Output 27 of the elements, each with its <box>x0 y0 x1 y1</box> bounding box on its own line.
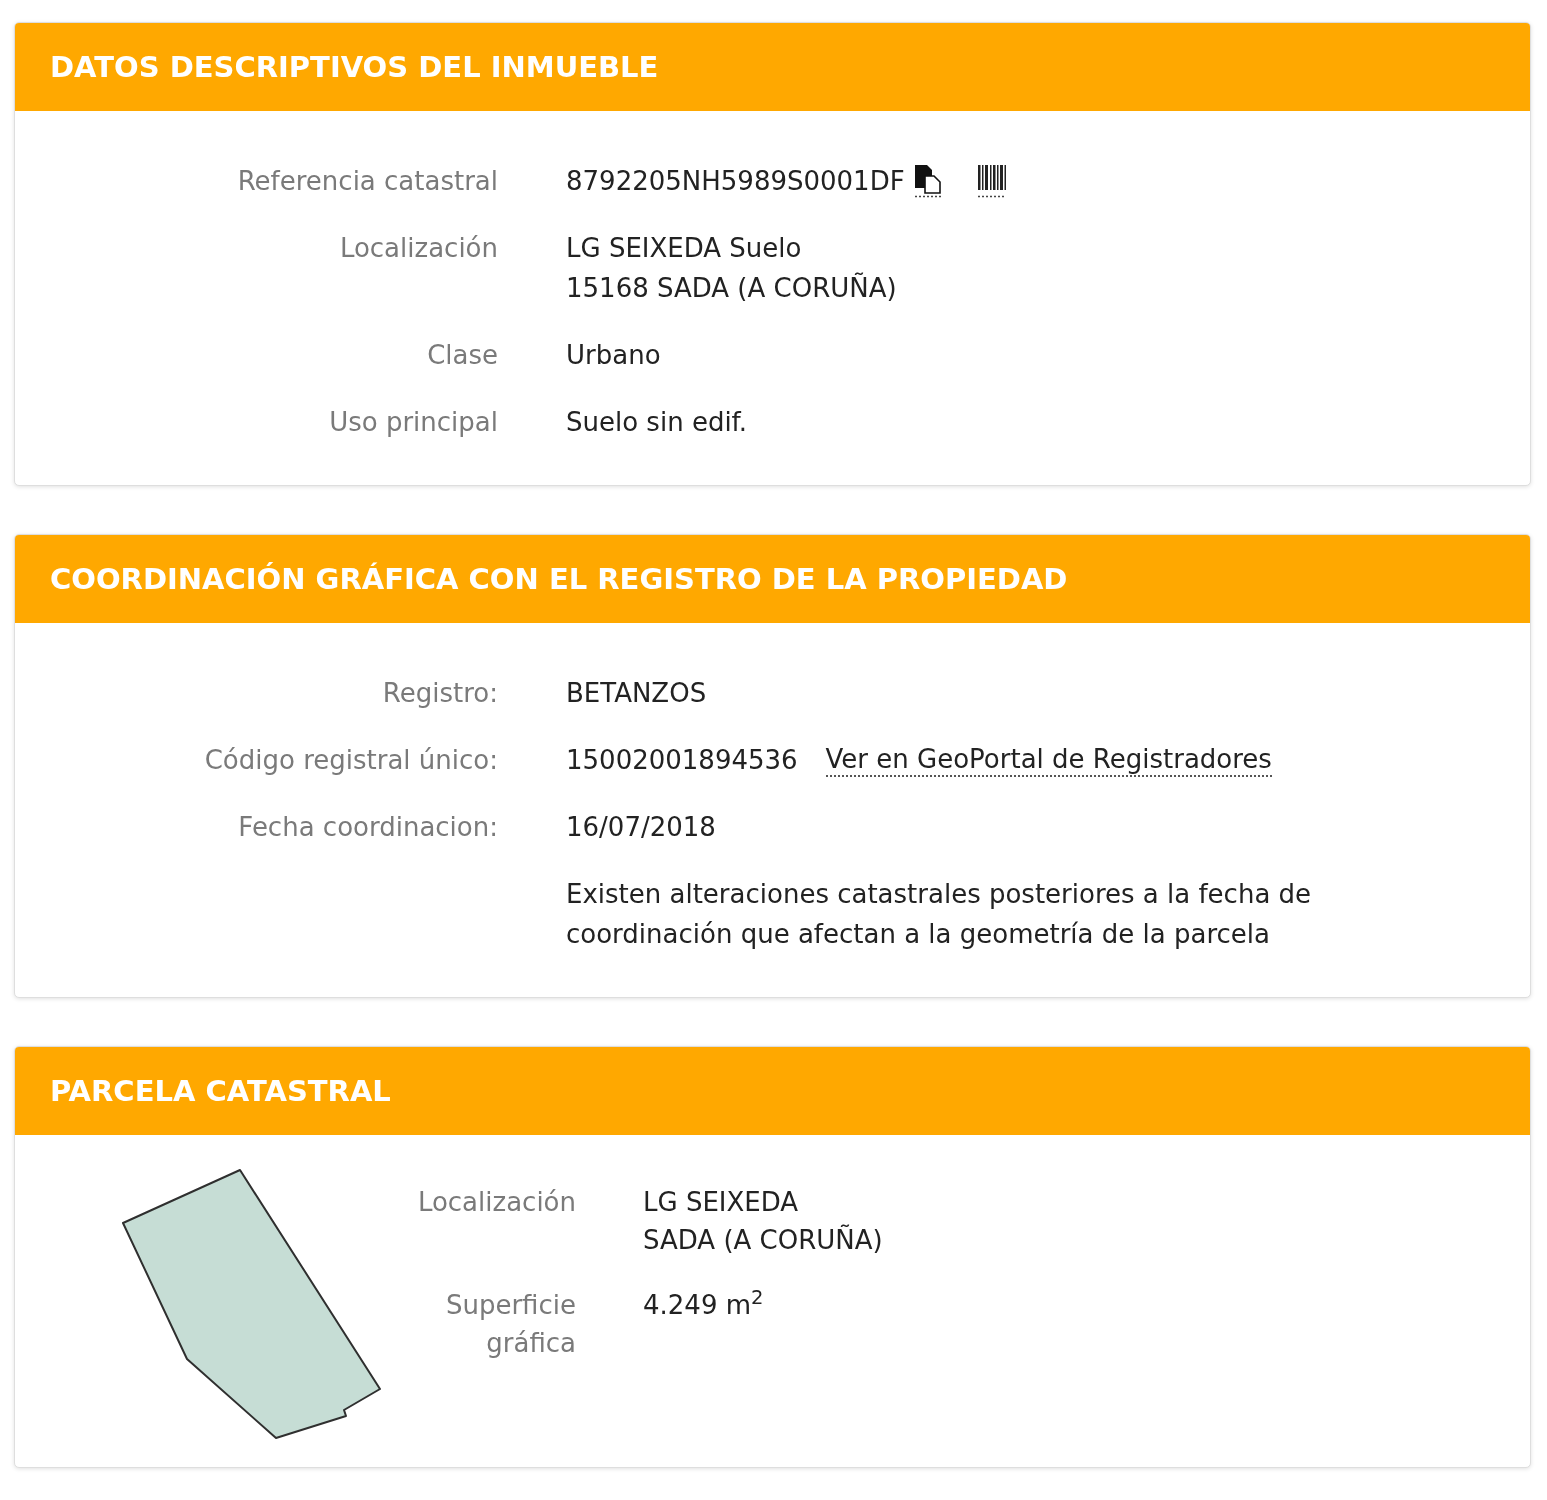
field-value: LG SEIXEDA <box>643 1186 799 1219</box>
field-label: Referencia catastral <box>237 166 498 196</box>
field-value: Urbano <box>566 339 661 372</box>
section-title: PARCELA CATASTRAL <box>50 1076 391 1106</box>
coordination-note: Existen alteraciones catastrales posteriores a la fecha de coordinación que afectan a la geometría de la parcela <box>566 878 1313 951</box>
field-label: Superficie gráfica <box>445 1290 576 1358</box>
field-value: 16/07/2018 <box>566 811 716 844</box>
field-label: Localización <box>417 1187 576 1217</box>
field-label: Fecha coordinacion: <box>238 812 498 842</box>
geoportal-link[interactable]: Ver en GeoPortal de Registradores <box>825 743 1272 777</box>
field-value: 4.249 m$^{2}$ <box>643 1286 764 1322</box>
section-title: DATOS DESCRIPTIVOS DEL INMUEBLE <box>50 52 659 82</box>
field-value: LG SEIXEDA Suelo <box>566 232 802 265</box>
field-label: Clase <box>427 340 498 370</box>
field-value: 8792205NH5989S0001DF <box>566 165 905 198</box>
field-value: BETANZOS <box>566 677 707 710</box>
section-title: COORDINACIÓN GRÁFICA CON EL REGISTRO DE LA PROPIEDAD <box>50 564 1068 594</box>
field-label: Código registral único: <box>204 745 498 775</box>
field-label: Registro: <box>382 678 498 708</box>
copy-icon[interactable] <box>912 164 943 198</box>
barcode-icon[interactable] <box>976 164 1007 198</box>
field-value: 15002001894536 <box>566 744 798 777</box>
field-label: Localización <box>339 233 498 263</box>
field-label: Uso principal <box>329 407 498 437</box>
field-value: SADA (A CORUÑA) <box>643 1223 883 1257</box>
field-value: 15168 SADA (A CORUÑA) <box>566 271 897 305</box>
field-value: Suelo sin edif. <box>566 406 748 439</box>
